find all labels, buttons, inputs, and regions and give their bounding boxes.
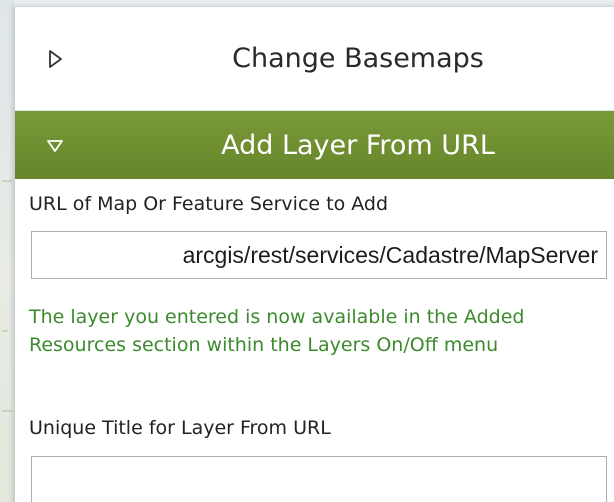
app-stage: Change Basemaps Add Layer From URL URL o… — [0, 0, 614, 502]
triangle-down-icon — [43, 133, 67, 157]
map-feature — [2, 410, 12, 412]
map-feature — [2, 180, 12, 182]
title-field-label: Unique Title for Layer From URL — [29, 417, 331, 439]
triangle-right-icon — [43, 47, 67, 71]
url-input[interactable]: arcgis/rest/services/Cadastre/MapServer — [31, 231, 607, 279]
layer-tools-panel: Change Basemaps Add Layer From URL URL o… — [14, 6, 614, 502]
url-field-label: URL of Map Or Feature Service to Add — [29, 193, 389, 215]
map-background[interactable] — [0, 0, 14, 502]
change-basemaps-header[interactable]: Change Basemaps — [15, 7, 614, 111]
layer-title-input[interactable] — [31, 456, 607, 502]
add-layer-from-url-title: Add Layer From URL — [221, 129, 495, 161]
url-input-value: arcgis/rest/services/Cadastre/MapServer — [182, 241, 598, 268]
add-layer-from-url-header[interactable]: Add Layer From URL — [15, 111, 614, 179]
map-feature — [2, 330, 8, 332]
change-basemaps-title: Change Basemaps — [232, 43, 484, 74]
status-message: The layer you entered is now available i… — [29, 306, 525, 356]
